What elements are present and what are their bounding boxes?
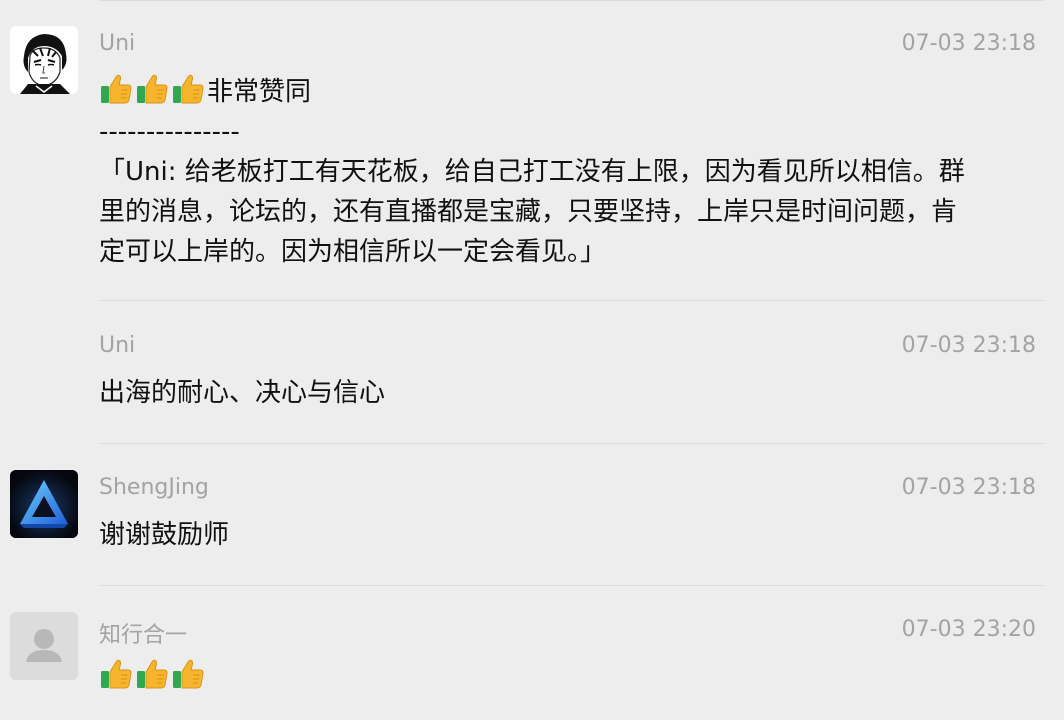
message-text: 出海的耐心、决心与信心 [99,378,386,408]
sender-name[interactable]: Uni [99,31,135,56]
quote-separator: --------------- [99,117,240,147]
thumbs-up-icon [101,659,132,689]
default-user-icon [10,612,78,680]
quote-line: 里的消息，论坛的，还有直播都是宝藏，只要坚持，上岸只是时间问题，肯 [99,197,958,227]
avatar[interactable] [10,26,78,94]
thumbs-up-icon [137,659,168,689]
sender-name[interactable]: Uni [99,333,135,358]
emoji-line [99,657,1039,697]
sender-name[interactable]: ShengJing [99,475,209,500]
message-text: 非常赞同 [207,77,312,107]
divider [99,443,1044,444]
emoji-text-line: 非常赞同 [99,72,1039,112]
thumbs-up-icon [101,74,132,104]
quote-line: 「Uni: 给老板打工有天花板，给自己打工没有上限，因为看见所以相信。群 [99,157,965,187]
divider [99,585,1044,586]
avatar[interactable] [10,470,78,538]
message-time: 07-03 23:18 [901,31,1036,56]
triangle-logo-icon [10,470,78,538]
divider [99,300,1044,301]
message-time: 07-03 23:18 [901,475,1036,500]
message-content: 非常赞同 --------------- 「Uni: 给老板打工有天花板，给自己… [99,72,1039,272]
message-time: 07-03 23:20 [901,617,1036,642]
quote-line: 定可以上岸的。因为相信所以一定会看见。」 [99,237,607,267]
message-content [99,657,1039,697]
avatar[interactable] [10,612,78,680]
thumbs-up-icon [137,74,168,104]
message-time: 07-03 23:18 [901,333,1036,358]
sender-name[interactable]: 知行合一 [99,617,187,649]
thumbs-up-icon [173,74,204,104]
divider [99,0,1044,1]
anime-avatar-icon [10,26,78,94]
thumbs-up-icon [173,659,204,689]
message-text: 谢谢鼓励师 [99,520,230,550]
chat-history: Uni 07-03 23:18 非常赞同 --------------- 「Un… [0,0,1064,720]
